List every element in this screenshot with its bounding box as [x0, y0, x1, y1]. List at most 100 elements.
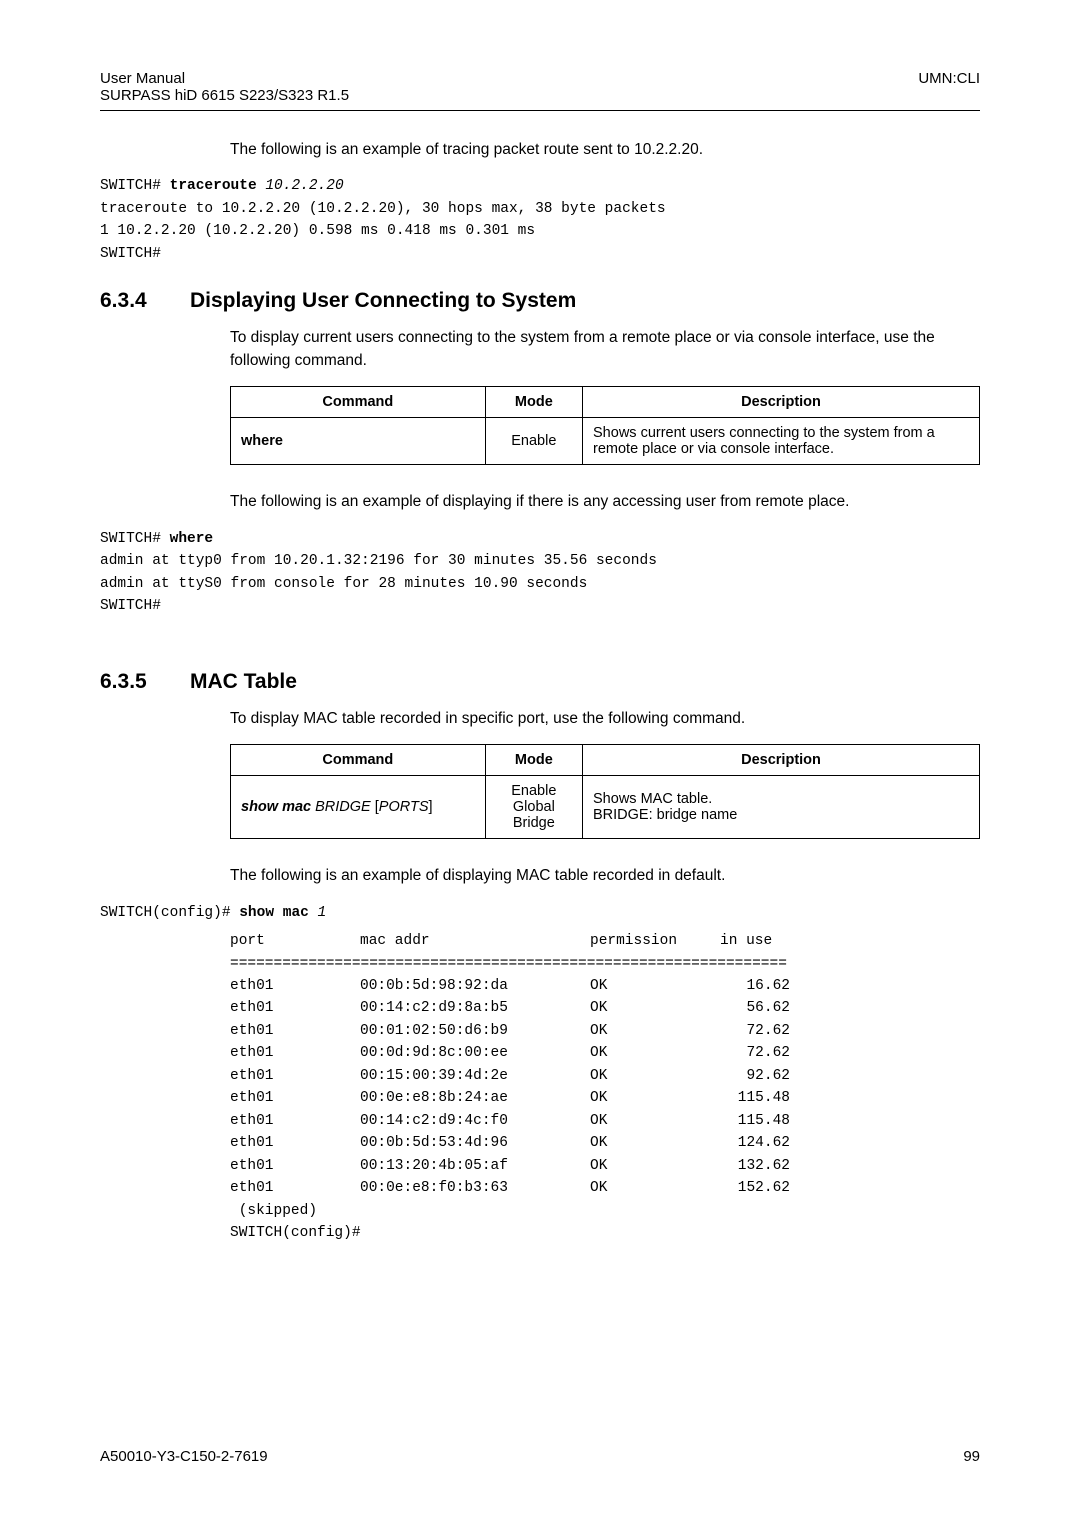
- table-row: (skipped): [230, 1200, 790, 1222]
- th-mode: Mode: [485, 745, 582, 776]
- col-port: port: [230, 930, 360, 952]
- cell: 115.48: [720, 1087, 790, 1109]
- table-row: Command Mode Description: [231, 387, 980, 418]
- cell: OK: [590, 997, 720, 1019]
- page-footer: A50010-Y3-C150-2-7619 99: [100, 1448, 980, 1465]
- cell: 00:14:c2:d9:4c:f0: [360, 1110, 590, 1132]
- table-row: eth0100:0b:5d:98:92:daOK16.62: [230, 975, 790, 997]
- table-row: eth0100:0e:e8:f0:b3:63OK152.62: [230, 1177, 790, 1199]
- cell: OK: [590, 1020, 720, 1042]
- footer-left: A50010-Y3-C150-2-7619: [100, 1448, 268, 1465]
- table-row: show mac BRIDGE [PORTS] Enable Global Br…: [231, 776, 980, 839]
- heading-635-title: MAC Table: [190, 670, 297, 694]
- cell: 00:0e:e8:f0:b3:63: [360, 1177, 590, 1199]
- th-description: Description: [583, 745, 980, 776]
- cell: 00:14:c2:d9:8a:b5: [360, 997, 590, 1019]
- table-row: Command Mode Description: [231, 745, 980, 776]
- cell: 124.62: [720, 1132, 790, 1154]
- cell: eth01: [230, 997, 360, 1019]
- cell: 00:0b:5d:98:92:da: [360, 975, 590, 997]
- cell: eth01: [230, 975, 360, 997]
- th-mode: Mode: [485, 387, 582, 418]
- cell: 72.62: [720, 1042, 790, 1064]
- code-where: SWITCH# where admin at ttyp0 from 10.20.…: [100, 528, 980, 618]
- col-inuse: in use: [720, 930, 790, 952]
- table-row: eth0100:15:00:39:4d:2eOK92.62: [230, 1065, 790, 1087]
- cell: eth01: [230, 1155, 360, 1177]
- table-row: where Enable Shows current users connect…: [231, 418, 980, 465]
- footer-right: 99: [963, 1448, 980, 1465]
- header-left-line1: User Manual: [100, 70, 185, 87]
- prompt-end: SWITCH(config)#: [230, 1222, 790, 1244]
- table-row: eth0100:14:c2:d9:4c:f0OK115.48: [230, 1110, 790, 1132]
- cmd-where: where: [241, 433, 283, 449]
- cell: OK: [590, 1065, 720, 1087]
- desc-show-mac: Shows MAC table. BRIDGE: bridge name: [583, 776, 980, 839]
- code-traceroute: SWITCH# traceroute 10.2.2.20 traceroute …: [100, 175, 980, 265]
- heading-634: 6.3.4 Displaying User Connecting to Syst…: [100, 289, 980, 313]
- cell: eth01: [230, 1132, 360, 1154]
- header-left: User Manual SURPASS hiD 6615 S223/S323 R…: [100, 70, 349, 104]
- mode-enable: Enable: [485, 418, 582, 465]
- cell: 00:0d:9d:8c:00:ee: [360, 1042, 590, 1064]
- cell: OK: [590, 1155, 720, 1177]
- table-row: eth0100:13:20:4b:05:afOK132.62: [230, 1155, 790, 1177]
- skipped-row: (skipped): [230, 1200, 790, 1222]
- cell: eth01: [230, 1110, 360, 1132]
- cell: OK: [590, 975, 720, 997]
- table-row: eth0100:0e:e8:8b:24:aeOK115.48: [230, 1087, 790, 1109]
- cell: 00:13:20:4b:05:af: [360, 1155, 590, 1177]
- mac-table: port mac addr permission in use ========…: [230, 930, 790, 1245]
- table-635: Command Mode Description show mac BRIDGE…: [230, 744, 980, 839]
- cell: 152.62: [720, 1177, 790, 1199]
- heading-634-title: Displaying User Connecting to System: [190, 289, 576, 313]
- cell: OK: [590, 1087, 720, 1109]
- cmd-show-mac: show mac BRIDGE [PORTS]: [231, 776, 486, 839]
- cell: eth01: [230, 1065, 360, 1087]
- cell: 72.62: [720, 1020, 790, 1042]
- cell: OK: [590, 1132, 720, 1154]
- desc-where: Shows current users connecting to the sy…: [583, 418, 980, 465]
- heading-635-num: 6.3.5: [100, 670, 190, 694]
- para-634-after: The following is an example of displayin…: [230, 491, 980, 513]
- cell: eth01: [230, 1087, 360, 1109]
- header-left-line2: SURPASS hiD 6615 S223/S323 R1.5: [100, 87, 349, 104]
- page-header: User Manual SURPASS hiD 6615 S223/S323 R…: [100, 70, 980, 110]
- intro-traceroute: The following is an example of tracing p…: [230, 139, 980, 161]
- table-row: eth0100:0d:9d:8c:00:eeOK72.62: [230, 1042, 790, 1064]
- cell: 132.62: [720, 1155, 790, 1177]
- cell: 00:01:02:50:d6:b9: [360, 1020, 590, 1042]
- cell: 115.48: [720, 1110, 790, 1132]
- table-row: eth0100:0b:5d:53:4d:96OK124.62: [230, 1132, 790, 1154]
- cell: 00:0b:5d:53:4d:96: [360, 1132, 590, 1154]
- table-row: eth0100:01:02:50:d6:b9OK72.62: [230, 1020, 790, 1042]
- header-right: UMN:CLI: [918, 70, 980, 104]
- code-showmac-cmd: SWITCH(config)# show mac 1: [100, 902, 980, 924]
- cell: OK: [590, 1177, 720, 1199]
- th-description: Description: [583, 387, 980, 418]
- cell: OK: [590, 1110, 720, 1132]
- cell: eth01: [230, 1177, 360, 1199]
- col-mac: mac addr: [360, 930, 590, 952]
- table-634: Command Mode Description where Enable Sh…: [230, 386, 980, 465]
- table-row: port mac addr permission in use: [230, 930, 790, 952]
- cell: 00:0e:e8:8b:24:ae: [360, 1087, 590, 1109]
- th-command: Command: [231, 745, 486, 776]
- cell: eth01: [230, 1020, 360, 1042]
- cell: 00:15:00:39:4d:2e: [360, 1065, 590, 1087]
- cell: 92.62: [720, 1065, 790, 1087]
- th-command: Command: [231, 387, 486, 418]
- table-row: ========================================…: [230, 953, 790, 975]
- cell: 56.62: [720, 997, 790, 1019]
- para-635: To display MAC table recorded in specifi…: [230, 708, 980, 730]
- heading-634-num: 6.3.4: [100, 289, 190, 313]
- header-rule: [100, 110, 980, 111]
- table-row: SWITCH(config)#: [230, 1222, 790, 1244]
- separator: ========================================…: [230, 953, 790, 975]
- cell: 16.62: [720, 975, 790, 997]
- col-perm: permission: [590, 930, 720, 952]
- heading-635: 6.3.5 MAC Table: [100, 670, 980, 694]
- para-634: To display current users connecting to t…: [230, 327, 980, 372]
- mode-list: Enable Global Bridge: [485, 776, 582, 839]
- cell: eth01: [230, 1042, 360, 1064]
